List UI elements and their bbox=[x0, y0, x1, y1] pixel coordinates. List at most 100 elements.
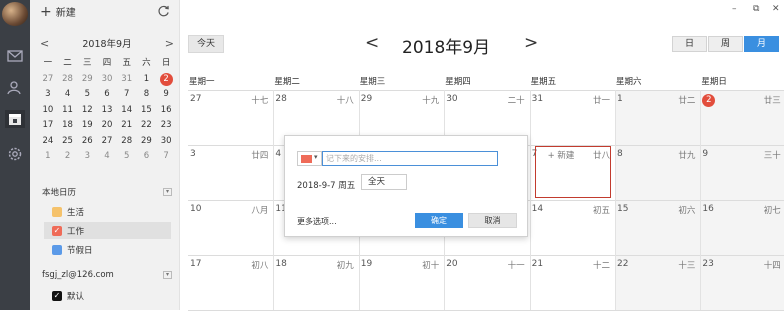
allday-field[interactable]: 全天 bbox=[361, 174, 407, 190]
mini-day[interactable]: 22 bbox=[137, 118, 157, 134]
dropdown-icon[interactable]: ▾ bbox=[163, 271, 172, 279]
day-number[interactable]: 29 bbox=[361, 94, 372, 104]
mini-day[interactable]: 30 bbox=[156, 134, 176, 150]
mini-day[interactable]: 14 bbox=[117, 103, 137, 119]
day-number[interactable]: 3 bbox=[190, 149, 196, 159]
day-number[interactable]: 15 bbox=[617, 204, 628, 214]
confirm-button[interactable]: 确定 bbox=[415, 213, 463, 228]
settings-gear-icon[interactable] bbox=[5, 145, 25, 163]
day-number[interactable]: 23 bbox=[702, 259, 713, 269]
mini-day[interactable]: 24 bbox=[38, 134, 58, 150]
mini-day[interactable]: 9 bbox=[156, 87, 176, 103]
cancel-button[interactable]: 取消 bbox=[468, 213, 517, 228]
mini-day[interactable]: 28 bbox=[117, 134, 137, 150]
mini-day[interactable]: 2 bbox=[58, 149, 78, 165]
checkbox-checked-icon[interactable]: ✓ bbox=[52, 290, 62, 301]
next-month-button[interactable]: > bbox=[524, 33, 538, 53]
day-number[interactable]: 2 bbox=[702, 94, 716, 107]
day-number[interactable]: 20 bbox=[446, 259, 457, 269]
view-week-tab[interactable]: 周 bbox=[708, 36, 743, 52]
day-number[interactable]: 14 bbox=[532, 204, 543, 214]
mini-day[interactable]: 4 bbox=[58, 87, 78, 103]
mini-day[interactable]: 17 bbox=[38, 118, 58, 134]
mini-day[interactable]: 3 bbox=[77, 149, 97, 165]
mini-day[interactable]: 27 bbox=[38, 72, 58, 88]
day-number[interactable]: 17 bbox=[190, 259, 201, 269]
day-number[interactable]: 22 bbox=[617, 259, 628, 269]
mini-day[interactable]: 29 bbox=[137, 134, 157, 150]
mail-icon[interactable] bbox=[5, 47, 25, 65]
mini-day[interactable]: 23 bbox=[156, 118, 176, 134]
selected-day-cell[interactable] bbox=[535, 146, 611, 198]
calendar-icon[interactable] bbox=[5, 110, 25, 128]
day-number[interactable]: 27 bbox=[190, 94, 201, 104]
mini-day[interactable]: 28 bbox=[58, 72, 78, 88]
mini-day[interactable]: 7 bbox=[156, 149, 176, 165]
day-number[interactable]: 18 bbox=[275, 259, 286, 269]
refresh-icon[interactable] bbox=[157, 5, 170, 18]
new-event-button[interactable]: + 新建 bbox=[40, 4, 76, 20]
more-options-link[interactable]: 更多选项... bbox=[297, 216, 337, 227]
calendar-color-swatch[interactable] bbox=[52, 206, 62, 217]
day-number[interactable]: 16 bbox=[702, 204, 713, 214]
mini-day[interactable]: 7 bbox=[117, 87, 137, 103]
day-number[interactable]: 31 bbox=[532, 94, 543, 104]
mini-day[interactable]: 18 bbox=[58, 118, 78, 134]
day-number[interactable]: 1 bbox=[617, 94, 623, 104]
mini-day[interactable]: 6 bbox=[97, 87, 117, 103]
calendar-color-swatch[interactable] bbox=[52, 244, 62, 255]
mini-day[interactable]: 31 bbox=[117, 72, 137, 88]
calendar-item-holiday[interactable]: 节假日 bbox=[44, 241, 171, 258]
day-number[interactable]: 21 bbox=[532, 259, 543, 269]
maximize-button[interactable]: ⧉ bbox=[753, 4, 759, 14]
mini-day[interactable]: 6 bbox=[137, 149, 157, 165]
day-number[interactable]: 4 bbox=[275, 149, 281, 159]
calendar-item-life[interactable]: 生活 bbox=[44, 203, 171, 220]
prev-month-button[interactable]: < bbox=[365, 33, 379, 53]
mini-day[interactable]: 1 bbox=[137, 72, 157, 88]
day-number[interactable]: 10 bbox=[190, 204, 201, 214]
mini-next-month-button[interactable]: > bbox=[165, 37, 174, 50]
avatar[interactable] bbox=[2, 2, 28, 26]
checkbox-checked-icon[interactable]: ✓ bbox=[52, 225, 62, 236]
calendar-item-label: 默认 bbox=[67, 291, 85, 302]
mini-day[interactable]: 5 bbox=[77, 87, 97, 103]
mini-day[interactable]: 3 bbox=[38, 87, 58, 103]
calendar-item-work[interactable]: ✓ 工作 bbox=[44, 222, 171, 239]
mini-day[interactable]: 20 bbox=[97, 118, 117, 134]
view-day-tab[interactable]: 日 bbox=[672, 36, 707, 52]
contacts-icon[interactable] bbox=[5, 79, 25, 97]
mini-day[interactable]: 12 bbox=[77, 103, 97, 119]
today-button[interactable]: 今天 bbox=[188, 35, 224, 53]
dropdown-icon[interactable]: ▾ bbox=[163, 188, 172, 196]
mini-day[interactable]: 5 bbox=[117, 149, 137, 165]
mini-day[interactable]: 25 bbox=[58, 134, 78, 150]
mini-day[interactable]: 13 bbox=[97, 103, 117, 119]
mini-day[interactable]: 8 bbox=[137, 87, 157, 103]
mini-day[interactable]: 26 bbox=[77, 134, 97, 150]
close-button[interactable]: ✕ bbox=[772, 4, 780, 14]
mini-day-today[interactable]: 2 bbox=[156, 72, 176, 88]
view-month-tab[interactable]: 月 bbox=[744, 36, 779, 52]
minimize-button[interactable]: – bbox=[732, 4, 737, 14]
mini-day[interactable]: 10 bbox=[38, 103, 58, 119]
event-color-picker[interactable]: ▾ bbox=[297, 151, 322, 166]
mini-day[interactable]: 27 bbox=[97, 134, 117, 150]
mini-prev-month-button[interactable]: < bbox=[40, 37, 49, 50]
day-number[interactable]: 9 bbox=[702, 149, 708, 159]
mini-day[interactable]: 21 bbox=[117, 118, 137, 134]
mini-day[interactable]: 30 bbox=[97, 72, 117, 88]
mini-day[interactable]: 11 bbox=[58, 103, 78, 119]
day-number[interactable]: 28 bbox=[275, 94, 286, 104]
calendar-item-default[interactable]: ✓ 默认 bbox=[44, 287, 171, 304]
mini-day[interactable]: 16 bbox=[156, 103, 176, 119]
mini-day[interactable]: 19 bbox=[77, 118, 97, 134]
day-number[interactable]: 30 bbox=[446, 94, 457, 104]
mini-day[interactable]: 29 bbox=[77, 72, 97, 88]
mini-day[interactable]: 15 bbox=[137, 103, 157, 119]
day-number[interactable]: 8 bbox=[617, 149, 623, 159]
mini-day[interactable]: 4 bbox=[97, 149, 117, 165]
event-title-input[interactable]: 记下来的安排... bbox=[322, 151, 498, 166]
mini-day[interactable]: 1 bbox=[38, 149, 58, 165]
day-number[interactable]: 19 bbox=[361, 259, 372, 269]
